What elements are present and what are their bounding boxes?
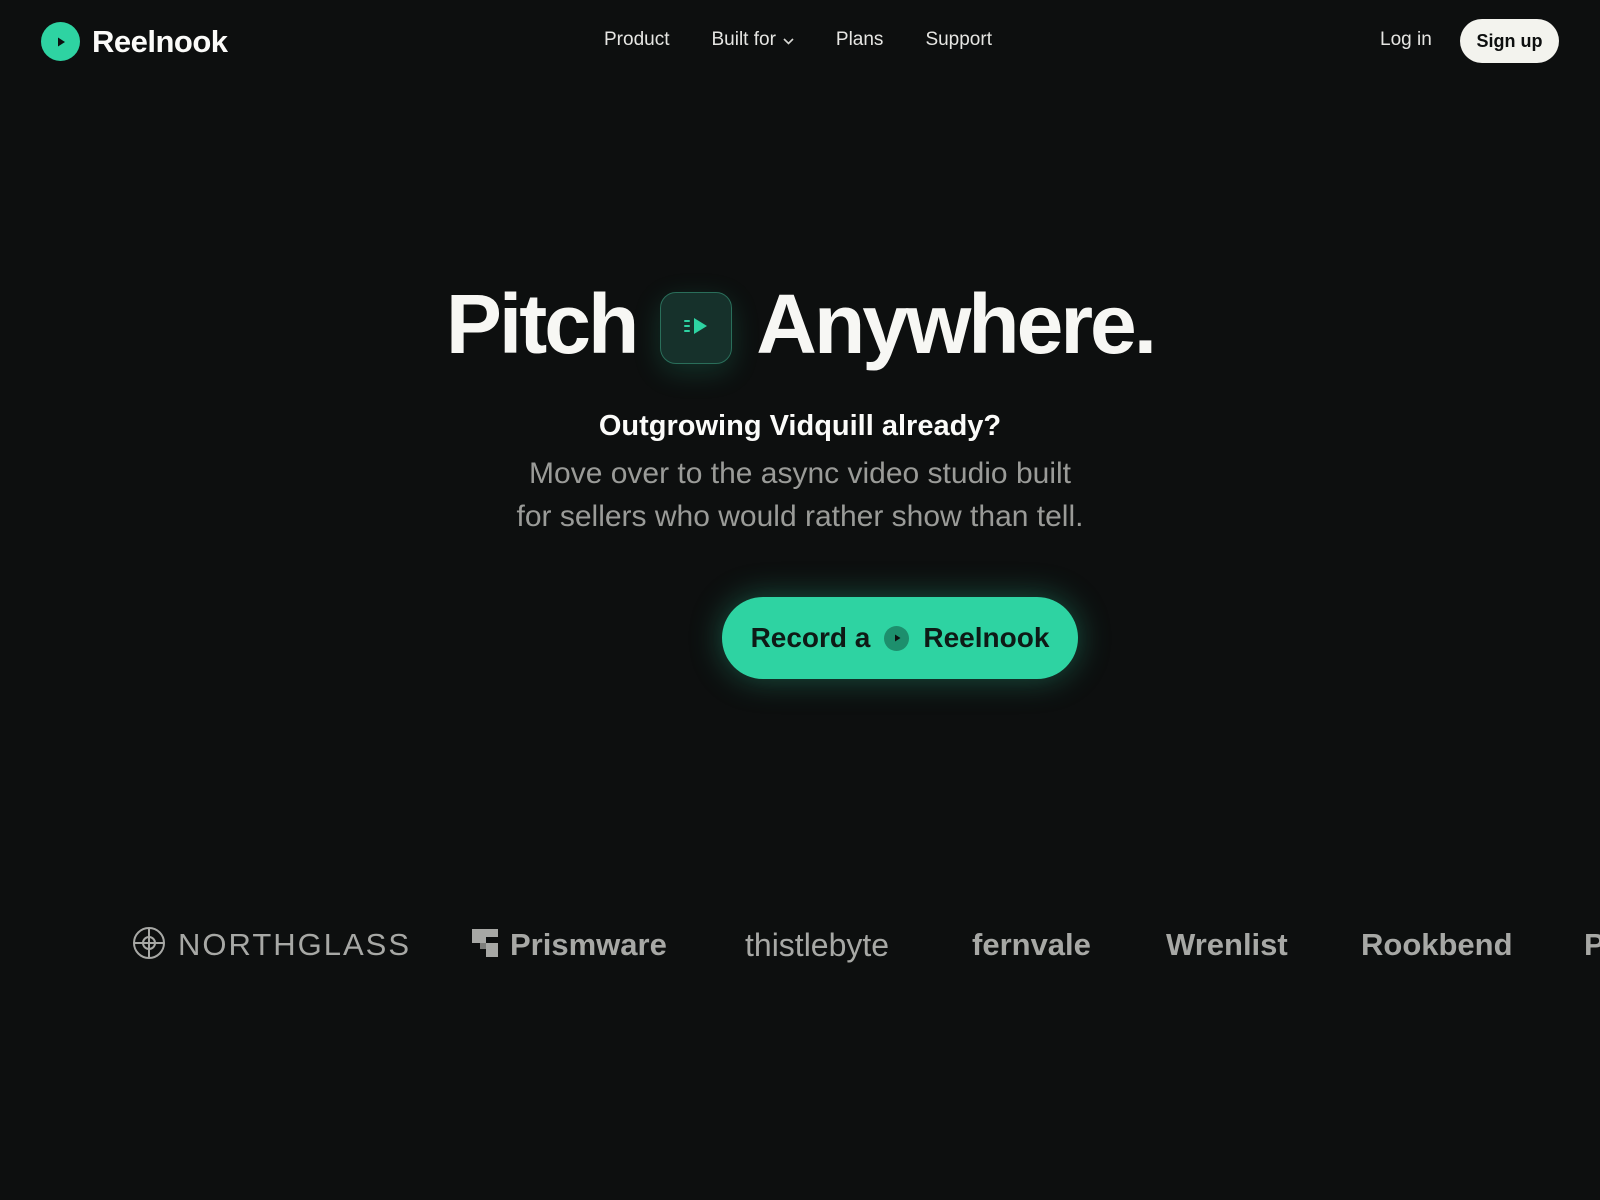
brand-name: Reelnook bbox=[92, 23, 228, 59]
record-cta-button[interactable]: Record a Reelnook bbox=[722, 597, 1078, 679]
brand-logo-link[interactable]: Reelnook bbox=[41, 22, 228, 61]
crosshair-circle-icon bbox=[132, 926, 166, 965]
customer-logo-name: NORTHGLASS bbox=[178, 927, 412, 962]
cta-label-suffix: Reelnook bbox=[923, 622, 1050, 653]
headline-left: Pitch bbox=[445, 277, 639, 371]
stacked-squares-icon bbox=[472, 928, 498, 962]
customer-logo-rookbend: Rookbend bbox=[1361, 920, 1513, 970]
customer-logo-fernvale: fernvale bbox=[972, 920, 1091, 970]
customer-logo-name: Prismware bbox=[510, 927, 667, 962]
chevron-down-icon bbox=[783, 29, 794, 51]
customer-logo-name: thistlebyte bbox=[745, 926, 890, 963]
nav-link-plans[interactable]: Plans bbox=[836, 29, 884, 51]
nav-link-built-for-label: Built for bbox=[711, 29, 776, 50]
customer-logo-name: P bbox=[1584, 927, 1600, 962]
customer-logo-thistlebyte: thistlebyte bbox=[745, 920, 889, 970]
customer-logo-northglass: NORTHGLASS bbox=[132, 920, 411, 970]
play-icon bbox=[41, 22, 80, 61]
hero-description: Move over to the async video studio buil… bbox=[0, 452, 1600, 538]
fast-forward-play-icon bbox=[683, 316, 709, 341]
hero-description-line-1: Move over to the async video studio buil… bbox=[529, 457, 1071, 490]
hero-description-line-2: for sellers who would rather show than t… bbox=[516, 500, 1084, 533]
nav-link-support[interactable]: Support bbox=[925, 29, 992, 51]
play-icon bbox=[884, 625, 910, 651]
customer-logo-name: Rookbend bbox=[1361, 927, 1513, 962]
customer-logo-strip: NORTHGLASS Prismware thistlebyte fernval… bbox=[0, 920, 1600, 970]
nav-link-built-for[interactable]: Built for bbox=[711, 29, 794, 51]
headline-right: Anywhere. bbox=[756, 277, 1157, 371]
hero-subhead: Outgrowing Vidquill already? bbox=[598, 410, 1002, 442]
hero-headline: Pitch Anywhere. bbox=[0, 279, 1600, 369]
nav-link-product[interactable]: Product bbox=[604, 29, 669, 51]
customer-logo-partial: P bbox=[1584, 920, 1600, 970]
customer-logo-name: fernvale bbox=[972, 927, 1091, 962]
customer-logo-name: Wrenlist bbox=[1166, 927, 1288, 962]
main-menu: Product Built for Plans Support bbox=[604, 29, 992, 51]
signup-button[interactable]: Sign up bbox=[1460, 19, 1559, 63]
customer-logo-prismware: Prismware bbox=[472, 920, 667, 970]
cta-label-prefix: Record a bbox=[750, 622, 871, 653]
landing-page: Reelnook Product Built for Plans Support… bbox=[0, 0, 1600, 1200]
customer-logo-wrenlist: Wrenlist bbox=[1166, 920, 1288, 970]
top-nav: Reelnook Product Built for Plans Support… bbox=[0, 0, 1600, 84]
login-link[interactable]: Log in bbox=[1380, 29, 1432, 51]
hero-play-tile bbox=[660, 292, 733, 364]
